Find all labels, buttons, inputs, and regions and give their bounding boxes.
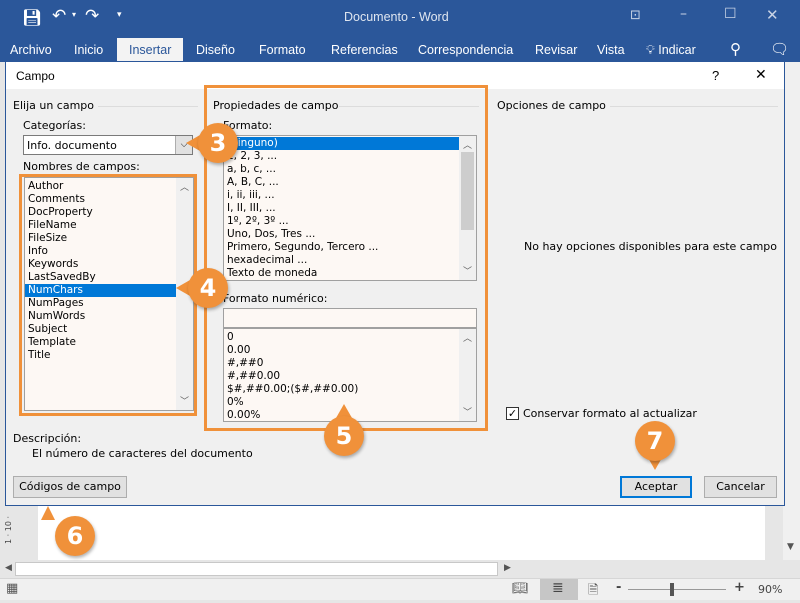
zoom-slider-thumb[interactable] [669, 583, 674, 596]
scroll-thumb[interactable] [15, 562, 498, 576]
status-bar: ▦ 📖︎ ≣ 🗎 - + 90% [0, 578, 800, 600]
zoom-out-button[interactable]: - [616, 580, 621, 595]
choose-field-group: Elija un campo [13, 99, 95, 112]
undo-dropdown-icon[interactable]: ▾ [72, 10, 76, 19]
tab-revisar[interactable]: Revisar [535, 43, 577, 57]
tab-referencias[interactable]: Referencias [331, 43, 398, 57]
field-codes-button[interactable]: Códigos de campo [13, 476, 127, 498]
callout-5: 5 [324, 416, 364, 456]
preserve-format-label[interactable]: Conservar formato al actualizar [523, 407, 697, 420]
title-bar: 💾︎ ↶ ▾ ↷ ▾ Documento - Word ⊡ – ☐ ✕ [0, 0, 800, 38]
check-icon: ✓ [507, 407, 518, 420]
undo-icon[interactable]: ↶ [52, 6, 66, 26]
tab-insertar[interactable]: Insertar [117, 38, 184, 62]
no-options-message: No hay opciones disponibles para este ca… [524, 240, 778, 253]
categories-select[interactable]: Info. documento ⌵ [23, 135, 193, 155]
close-icon[interactable]: ✕ [766, 6, 779, 24]
lightbulb-icon: 💡︎ [646, 43, 655, 57]
zoom-slider[interactable] [628, 589, 726, 590]
field-options-group: Opciones de campo [497, 99, 606, 112]
tab-correspondencia[interactable]: Correspondencia [418, 43, 513, 57]
highlight-field-properties [204, 85, 488, 431]
scroll-down-icon[interactable]: ▼ [787, 542, 794, 552]
tab-archivo[interactable]: Archivo [10, 43, 52, 57]
horizontal-scrollbar[interactable]: ◀ ▶ [0, 560, 800, 578]
description-label: Descripción: [13, 432, 82, 445]
highlight-field-names [19, 174, 197, 416]
minimize-icon[interactable]: – [680, 6, 687, 22]
dialog-title: Campo [16, 69, 55, 83]
tab-inicio[interactable]: Inicio [74, 43, 103, 57]
maximize-icon[interactable]: ☐ [724, 6, 737, 22]
description-text: El número de caracteres del documento [32, 447, 253, 460]
vertical-ruler: 1 · 10 · [0, 506, 38, 560]
callout-7: 7 [635, 421, 675, 461]
document-page[interactable] [38, 506, 765, 560]
callout-4: 4 [188, 268, 228, 308]
comments-icon[interactable]: 🗨︎ [770, 40, 789, 58]
save-icon[interactable]: 💾︎ [22, 8, 42, 27]
tab-diseno[interactable]: Diseño [196, 43, 235, 57]
tab-formato[interactable]: Formato [259, 43, 306, 57]
redo-icon[interactable]: ↷ [85, 6, 99, 26]
scroll-right-icon[interactable]: ▶ [504, 563, 511, 573]
ribbon-display-icon[interactable]: ⊡ [630, 8, 641, 23]
macro-icon[interactable]: ▦ [6, 581, 18, 596]
share-icon[interactable]: ⚲ [730, 40, 741, 58]
ok-button[interactable]: Aceptar [620, 476, 692, 498]
categories-label: Categorías: [23, 119, 86, 132]
callout-3: 3 [198, 123, 238, 163]
customize-icon[interactable]: ▾ [117, 10, 122, 20]
vertical-scrollbar[interactable]: ▼ [783, 62, 800, 560]
preserve-format-checkbox[interactable]: ✓ [506, 407, 519, 420]
print-layout-icon: ≣ [552, 580, 564, 596]
zoom-in-button[interactable]: + [734, 580, 745, 595]
read-mode-icon[interactable]: 📖︎ [512, 581, 529, 596]
field-names-label: Nombres de campos: [23, 160, 140, 173]
cancel-button[interactable]: Cancelar [704, 476, 777, 498]
window-title: Documento - Word [344, 10, 449, 24]
tell-me[interactable]: 💡︎ Indicar [646, 43, 696, 58]
ribbon-tabs: Archivo Inicio Insertar Diseño Formato R… [0, 38, 800, 62]
callout-6: 6 [55, 516, 95, 556]
print-layout-button[interactable]: ≣ [540, 579, 578, 600]
zoom-level[interactable]: 90% [758, 583, 782, 596]
scroll-left-icon[interactable]: ◀ [5, 563, 12, 573]
dialog-close-icon[interactable]: ✕ [755, 67, 767, 83]
help-button[interactable]: ? [712, 68, 719, 83]
tab-vista[interactable]: Vista [597, 43, 625, 57]
